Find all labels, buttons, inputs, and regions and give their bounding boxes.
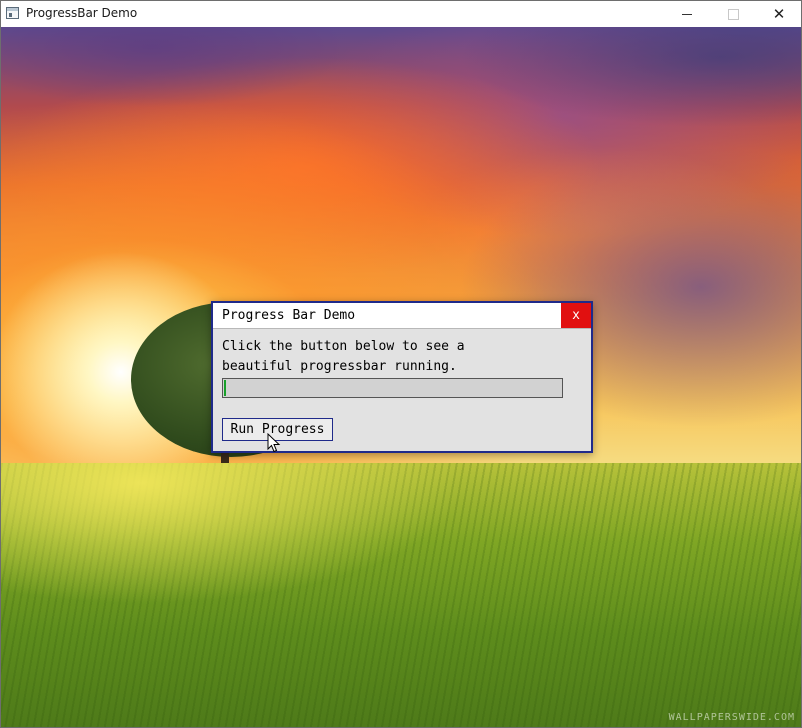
run-progress-button[interactable]: Run Progress <box>222 418 333 441</box>
minimize-button[interactable] <box>664 1 710 27</box>
window-title: ProgressBar Demo <box>26 6 138 20</box>
progress-bar-fill <box>224 380 226 396</box>
dialog-message: Click the button below to see a beautifu… <box>222 339 465 374</box>
window-close-button[interactable]: ✕ <box>756 1 801 27</box>
window-titlebar[interactable]: ProgressBar Demo ✕ <box>1 1 801 27</box>
maximize-icon <box>727 8 739 20</box>
watermark-text: WALLPAPERSWIDE.COM <box>668 712 795 723</box>
minimize-icon <box>682 13 692 15</box>
dialog-close-button[interactable]: x <box>561 303 591 328</box>
dialog-close-icon: x <box>572 308 580 323</box>
app-icon <box>6 7 19 19</box>
dialog-title: Progress Bar Demo <box>222 308 356 323</box>
grass-field <box>1 463 801 727</box>
dialog-header[interactable]: Progress Bar Demo x <box>213 303 591 329</box>
app-window: ProgressBar Demo ✕ WALLPAPERSWIDE.COM Pr… <box>0 0 802 728</box>
progress-bar <box>222 378 563 398</box>
close-icon: ✕ <box>772 5 786 23</box>
progress-dialog: Progress Bar Demo x Click the button bel… <box>211 301 593 453</box>
maximize-button[interactable] <box>710 1 756 27</box>
